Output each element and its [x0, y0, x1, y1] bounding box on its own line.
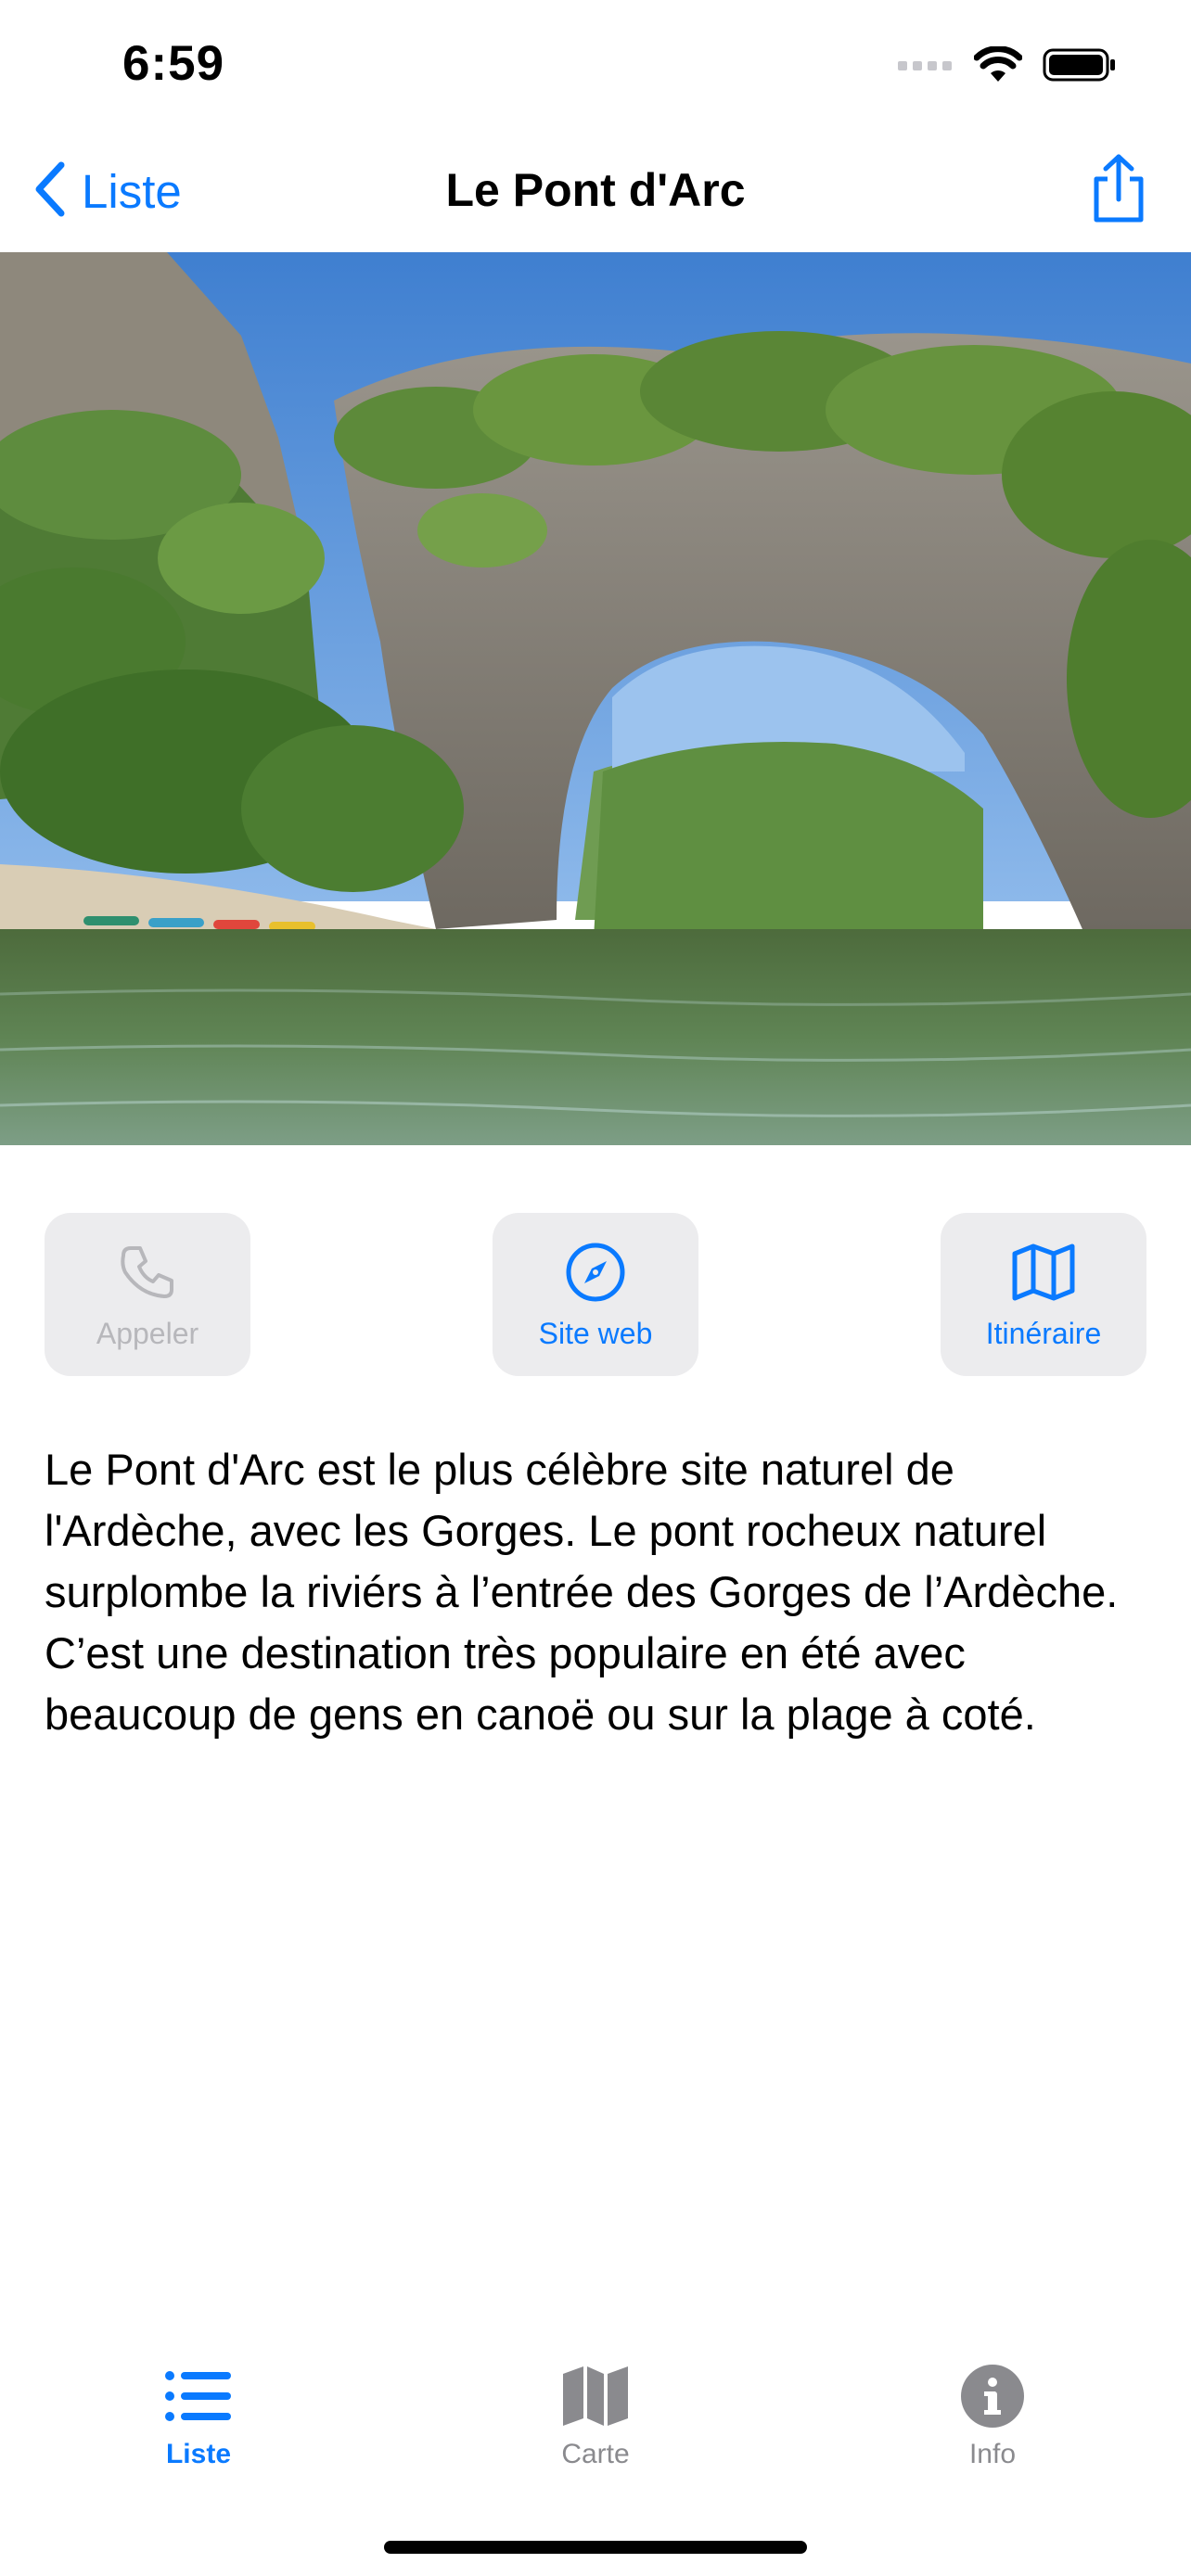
- tab-liste[interactable]: Liste: [0, 2337, 397, 2494]
- map-icon: [1010, 1239, 1077, 1306]
- tab-bar: Liste Carte Info: [0, 2337, 1191, 2494]
- tab-carte[interactable]: Carte: [397, 2337, 794, 2494]
- status-time: 6:59: [122, 36, 225, 91]
- battery-icon: [1043, 46, 1117, 88]
- directions-button[interactable]: Itinéraire: [941, 1213, 1146, 1376]
- website-button[interactable]: Site web: [493, 1213, 698, 1376]
- directions-label: Itinéraire: [985, 1316, 1102, 1350]
- list-icon: [161, 2363, 236, 2429]
- status-bar: 6:59: [0, 0, 1191, 130]
- tab-label: Info: [968, 2439, 1017, 2469]
- home-indicator: [384, 2541, 807, 2554]
- compass-icon: [562, 1239, 629, 1306]
- info-icon: [955, 2363, 1030, 2429]
- share-button[interactable]: [1082, 150, 1156, 232]
- map-icon: [558, 2363, 633, 2429]
- place-description: Le Pont d'Arc est le plus célèbre site n…: [45, 1445, 1119, 1739]
- call-button[interactable]: Appeler: [45, 1213, 250, 1376]
- page-title: Le Pont d'Arc: [445, 164, 746, 216]
- hero-photo: [0, 252, 1191, 1145]
- website-label: Site web: [538, 1316, 653, 1350]
- navigation-bar: Liste Le Pont d'Arc: [0, 130, 1191, 252]
- wifi-icon: [973, 45, 1023, 88]
- tab-label: Carte: [561, 2439, 630, 2469]
- call-label: Appeler: [96, 1316, 199, 1350]
- signal-icon: [898, 58, 954, 76]
- status-icons: [898, 45, 1117, 89]
- tab-label: Liste: [165, 2439, 232, 2469]
- tab-info[interactable]: Info: [794, 2337, 1191, 2494]
- share-icon: [1089, 153, 1148, 230]
- phone-icon: [114, 1239, 181, 1306]
- action-buttons: Appeler Site web Itinéraire: [45, 1213, 1146, 1376]
